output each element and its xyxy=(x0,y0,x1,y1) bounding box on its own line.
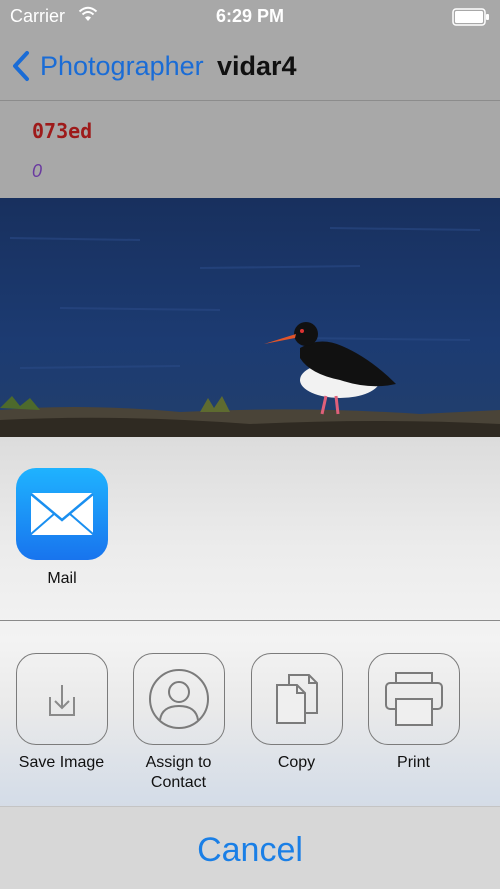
cancel-label: Cancel xyxy=(197,830,303,869)
back-label: Photographer xyxy=(40,50,204,81)
share-app-row: Mail xyxy=(0,437,500,620)
chevron-left-icon xyxy=(10,50,32,82)
back-button[interactable]: Photographer xyxy=(10,48,204,84)
save-image-icon xyxy=(15,653,108,745)
photo-code: 073ed xyxy=(32,119,93,143)
navigation-bar: Photographer vidar4 xyxy=(0,34,500,101)
assign-contact-label: Assign to Contact xyxy=(145,754,212,791)
photo-count: 0 xyxy=(32,161,43,181)
mail-app-button[interactable]: Mail xyxy=(16,468,108,588)
mail-label: Mail xyxy=(47,570,77,587)
assign-contact-button[interactable]: Assign to Contact xyxy=(120,653,237,793)
status-bar: Carrier 6:29 PM xyxy=(0,0,500,34)
photo-image xyxy=(0,198,500,438)
status-time: 6:29 PM xyxy=(215,6,285,26)
share-sheet: Mail Save Image Assign to Contact Copy P… xyxy=(0,437,500,889)
copy-button[interactable]: Copy xyxy=(238,653,355,773)
save-image-button[interactable]: Save Image xyxy=(3,653,120,773)
share-action-row: Save Image Assign to Contact Copy Print xyxy=(0,621,500,806)
battery-icon xyxy=(452,8,490,31)
print-label: Print xyxy=(397,754,430,771)
print-button[interactable]: Print xyxy=(355,653,472,773)
page-title: vidar4 xyxy=(217,51,297,81)
mail-icon xyxy=(16,468,108,560)
contact-icon xyxy=(132,653,225,745)
copy-icon xyxy=(250,653,343,745)
save-image-label: Save Image xyxy=(18,754,105,771)
copy-label: Copy xyxy=(277,754,316,771)
print-icon xyxy=(367,653,460,745)
cancel-button[interactable]: Cancel xyxy=(0,806,500,889)
photo-info: 073ed 0 xyxy=(0,101,500,198)
